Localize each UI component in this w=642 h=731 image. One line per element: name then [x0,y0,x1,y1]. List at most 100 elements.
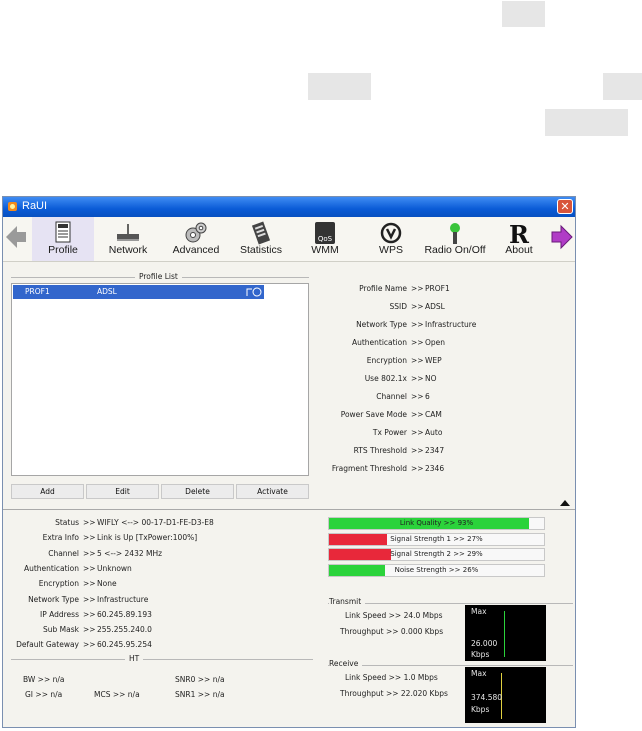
field-separator: >> [411,464,424,473]
wmm-icon: QoS [315,222,335,244]
signal-bar: Link Quality >> 93% [328,517,545,530]
tab-label: WPS [379,244,403,256]
graph-max: Max [471,607,487,616]
field-separator: >> [83,518,96,527]
profile-ssid: ADSL [97,287,117,296]
back-arrow-icon[interactable] [5,224,27,250]
field-value: PROF1 [425,284,450,293]
field-separator: >> [411,302,424,311]
field-value: Auto [425,428,443,437]
field-label: Fragment Threshold [331,464,407,473]
tab-advanced[interactable]: Advanced [165,217,227,261]
tab-label: WMM [311,244,339,256]
field-label: Channel [48,548,79,558]
tab-label: Radio On/Off [424,244,486,256]
field-separator: >> [411,338,424,347]
field-label: IP Address [40,609,79,619]
app-icon [8,202,17,211]
ht-mcs: MCS >> n/a [94,690,140,699]
tab-label: Advanced [172,244,220,256]
field-value: 60.245.89.193 [97,609,152,619]
transmit-throughput: Throughput >> 0.000 Kbps [340,627,444,636]
signal-bar: Noise Strength >> 26% [328,563,545,577]
network-icon [117,224,139,241]
field-label: Sub Mask [43,625,79,635]
field-separator: >> [83,640,96,650]
ht-title: HT [125,654,144,663]
field-value: WIFLY <--> 00-17-D1-FE-D3-E8 [97,518,214,527]
ht-bw: BW >> n/a [23,675,65,684]
edit-button[interactable]: Edit [86,484,159,499]
field-separator: >> [83,609,96,619]
add-button[interactable]: Add [11,484,84,499]
field-separator: >> [411,392,424,401]
forward-arrow-icon[interactable] [551,224,573,250]
field-value: 255.255.240.0 [97,625,152,635]
raui-window: RaUI ✕ Profile Network Advanced Statisti… [2,196,576,728]
tab-about[interactable]: R About [501,217,537,261]
tab-label: About [505,244,533,256]
field-value: 2346 [425,464,445,473]
field-label: Status [55,518,79,527]
tab-wps[interactable]: WPS [370,217,412,261]
tab-label: Profile [48,244,78,256]
graph-line [504,611,505,657]
ht-gi: GI >> n/a [25,690,63,699]
title-bar[interactable]: RaUI ✕ [3,197,575,217]
tab-statistics[interactable]: Statistics [233,217,289,261]
wps-icon [380,222,402,244]
signal-bar-text: Signal Strength 1 >> 27% [390,534,483,543]
field-label: Power Save Mode [340,410,407,419]
doc-highlight [502,1,545,27]
transmit-title: Transmit [329,597,366,606]
close-button[interactable]: ✕ [557,199,573,214]
field-value: 2347 [425,446,445,455]
doc-highlight [308,73,371,100]
graph-max: Max [471,669,487,678]
profile-name: PROF1 [25,287,50,296]
field-separator: >> [411,410,424,419]
tab-radio-on-off[interactable]: Radio On/Off [419,217,491,261]
field-value: None [97,579,117,589]
field-label: Use 802.1x [364,374,407,383]
profile-list[interactable]: PROF1 ADSL [11,283,309,476]
field-separator: >> [411,374,424,383]
ht-snr0: SNR0 >> n/a [175,675,225,684]
field-separator: >> [83,563,96,573]
tab-network[interactable]: Network [101,217,155,261]
activate-button[interactable]: Activate [236,484,309,499]
delete-button[interactable]: Delete [161,484,234,499]
collapse-arrow-icon[interactable] [559,499,571,507]
receive-rule [328,665,573,666]
field-label: Authentication [351,338,407,347]
receive-graph: Max 374.580 Kbps [465,667,546,723]
tab-wmm[interactable]: QoS WMM [303,217,347,261]
field-label: Channel [376,392,407,401]
toolbar: Profile Network Advanced Statistics QoS … [3,217,575,262]
field-label: RTS Threshold [353,446,407,455]
tab-profile[interactable]: Profile [32,217,94,261]
field-value: CAM [425,410,442,419]
profile-list-title: Profile List [135,272,182,281]
tab-label: Statistics [239,244,282,256]
field-label: Default Gateway [16,640,79,650]
field-value: Infrastructure [97,594,149,604]
graph-value: 26.000 [471,639,498,648]
field-value: Open [425,338,446,347]
field-label: Network Type [28,594,79,604]
section-divider [3,509,575,510]
field-label: SSID [389,302,407,311]
connected-icon [246,287,262,297]
transmit-graph: Max 26.000 Kbps [465,605,546,661]
advanced-icon [185,222,207,243]
list-item[interactable]: PROF1 ADSL [13,285,264,299]
field-label: Network Type [356,320,407,329]
field-label: Authentication [23,563,79,573]
graph-unit: Kbps [471,705,490,714]
field-label: Profile Name [359,284,407,293]
field-label: Encryption [366,356,407,365]
receive-title: Receive [329,659,363,668]
ht-snr1: SNR1 >> n/a [175,690,225,699]
receive-throughput: Throughput >> 22.020 Kbps [340,689,448,698]
signal-bar: Signal Strength 2 >> 29% [328,548,545,561]
